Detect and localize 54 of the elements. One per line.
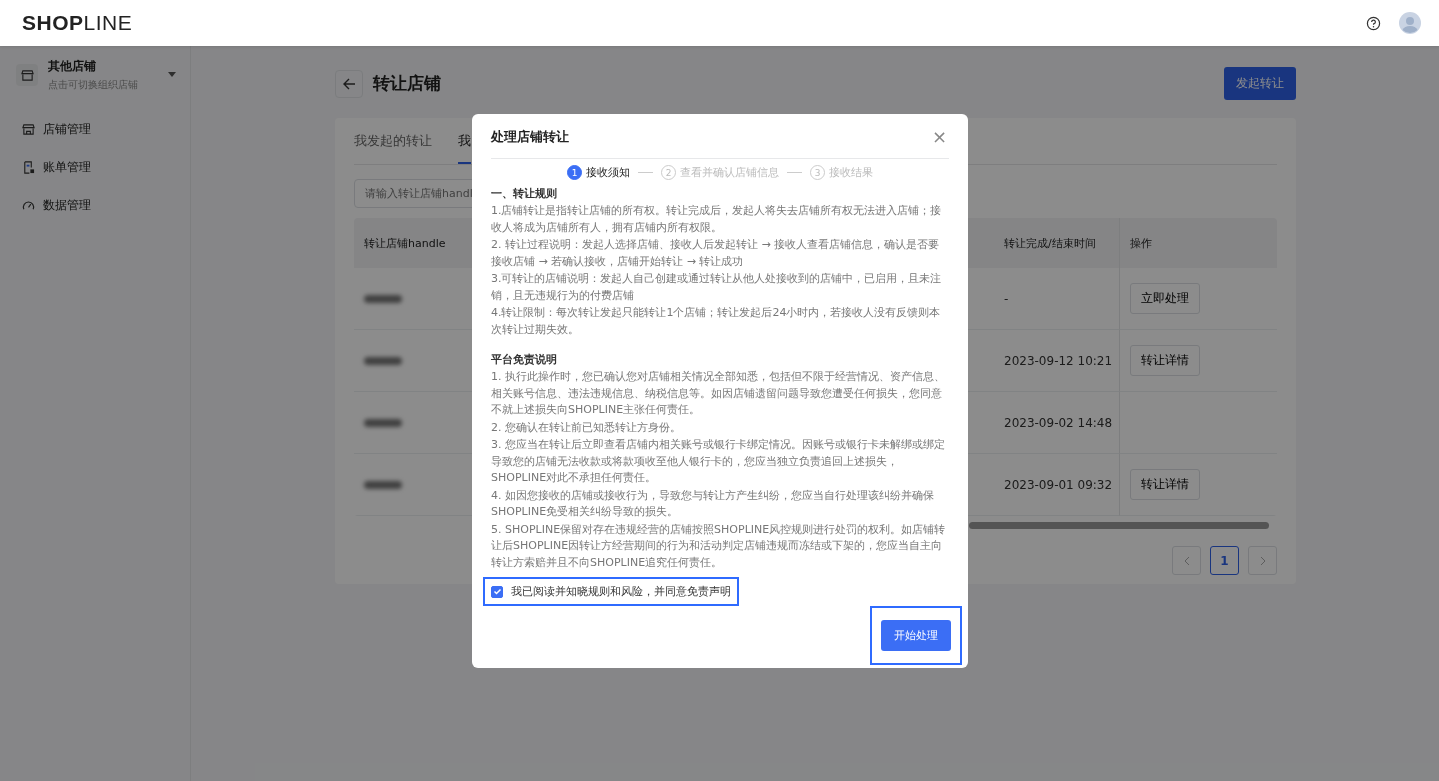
blurred-text	[364, 294, 402, 303]
paragraph: 2. 您确认在转让前已知悉转让方身份。	[491, 419, 682, 436]
start-transfer-button[interactable]: 发起转让	[1224, 67, 1296, 100]
tab[interactable]: 我发起的转让	[354, 118, 432, 164]
paragraph: 5. SHOPLINE保留对存在违规经营的店铺按照SHOPLINE风控规则进行处罚的权利。如店铺转让后SHOPLINE因转让方经营期间的行为和活动判定店铺违规而冻结或下架的，您应当自主向转让方索赔并且不向SHOPLINE追究任何责任。	[491, 521, 947, 571]
help-icon[interactable]	[1366, 15, 1381, 31]
step: 3 接收结果	[810, 165, 873, 180]
store-icon	[16, 64, 38, 86]
column-header: 转让完成/结束时间	[994, 218, 1119, 268]
close-button[interactable]: ×	[929, 128, 949, 146]
document-icon	[22, 160, 35, 174]
avatar-icon[interactable]	[1399, 12, 1421, 34]
logo[interactable]: SHOPLINE	[22, 11, 133, 35]
step: 2 查看并确认店铺信息	[661, 165, 779, 180]
action-button[interactable]: 转让详情	[1130, 469, 1200, 500]
arrow-left-icon	[342, 76, 356, 91]
section-heading: 平台免责说明	[491, 352, 558, 367]
blurred-text	[364, 418, 402, 427]
table-cell: 2023-09-02 14:48	[994, 392, 1119, 454]
scrollbar[interactable]	[969, 522, 1269, 529]
action-button[interactable]: 转让详情	[1130, 345, 1200, 376]
store-name[interactable]: 其他店铺	[48, 58, 138, 75]
checkbox[interactable]	[491, 585, 503, 598]
paragraph: 3. 您应当在转让后立即查看店铺内相关账号或银行卡绑定情况。因账号或银行卡未解绑或绑定导致您的店铺无法收款或将款项收至他人银行卡的，您应当独立负责追回上述损失，SHOPLINE对此不承担任何责任。	[491, 437, 946, 486]
section-heading: 一、转让规则	[491, 186, 558, 201]
paragraph: 1. 执行此操作时，您已确认您对店铺相关情况全部知悉，包括但不限于经营情况、资产信息、相关账号信息、违法违规信息、纳税信息等。如因店铺遗留问题导致您遭受任何损失，您同意不就上述损失向SHOPLINE主张任何责任。	[491, 369, 946, 418]
store-icon	[22, 122, 35, 136]
sidebar-item[interactable]: 店铺管理	[16, 110, 176, 148]
blurred-text	[364, 480, 402, 489]
chevron-left-icon	[1182, 555, 1191, 566]
table-cell: 2023-09-01 09:32	[994, 454, 1119, 516]
start-processing-button[interactable]: 开始处理	[881, 620, 951, 651]
page-button[interactable]: 1	[1210, 546, 1239, 575]
caret-icon[interactable]	[168, 72, 176, 78]
gauge-icon	[22, 198, 35, 212]
table-cell: -	[994, 268, 1119, 330]
sidebar-label: 账单管理	[43, 158, 91, 176]
sidebar-label: 店铺管理	[43, 120, 91, 138]
blurred-text	[364, 356, 402, 365]
page-title: 转让店铺	[373, 72, 441, 95]
paragraph: 3.可转让的店铺说明：发起人自己创建或通过转让从他人处接收到的店铺中，已启用，且未注销，且无违规行为的付费店铺	[491, 271, 943, 304]
dialog-title: 处理店铺转让	[491, 128, 569, 146]
paragraph: 4. 如因您接收的店铺或接收行为，导致您与转让方产生纠纷，您应当自行处理该纠纷并确保SHOPLINE免受相关纠纷导致的损失。	[491, 487, 935, 520]
sidebar-item[interactable]: 账单管理	[16, 148, 176, 186]
table-cell: 2023-09-12 10:21	[994, 330, 1119, 392]
chevron-right-icon	[1258, 555, 1267, 566]
sidebar-item[interactable]: 数据管理	[16, 186, 176, 224]
back-button[interactable]	[335, 69, 363, 98]
sidebar-label: 数据管理	[43, 196, 91, 214]
action-button[interactable]: 立即处理	[1130, 283, 1200, 314]
paragraph: 4.转让限制：每次转让发起只能转让1个店铺；转让发起后24小时内，若接收人没有反馈则本次转让过期失效。	[491, 305, 942, 338]
step: 1 接收须知	[567, 165, 630, 180]
checkbox-label[interactable]: 我已阅读并知晓规则和风险，并同意免责声明	[511, 584, 731, 599]
column-header: 操作	[1119, 218, 1277, 268]
